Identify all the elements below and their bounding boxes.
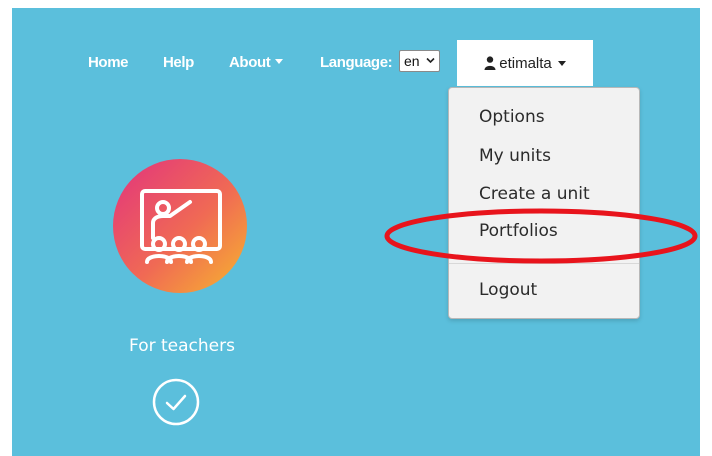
chevron-down-icon [426,57,435,64]
caret-down-icon [275,59,284,64]
menu-item-my-units[interactable]: My units [479,146,551,166]
username: etimalta [499,54,552,72]
page-background: Home Help About Language: en etimalta Op… [12,8,700,456]
tile-label: For teachers [129,336,235,356]
nav-home-link[interactable]: Home [88,54,128,72]
user-menu-button[interactable]: etimalta [457,40,593,86]
check-circle-icon[interactable] [152,378,200,426]
menu-item-create-unit[interactable]: Create a unit [479,184,590,204]
teacher-icon[interactable] [112,158,248,294]
language-select-value: en [404,53,420,69]
nav-help-link[interactable]: Help [163,54,194,72]
menu-item-options[interactable]: Options [479,107,545,127]
nav-language-label: Language: [320,54,393,71]
nav-about-label: About [229,54,271,71]
nav-about-dropdown[interactable]: About [229,54,284,72]
highlight-ellipse [384,208,698,264]
user-icon [484,56,496,70]
menu-item-logout[interactable]: Logout [479,280,537,300]
caret-down-icon [557,60,566,66]
language-select[interactable]: en [399,50,440,72]
